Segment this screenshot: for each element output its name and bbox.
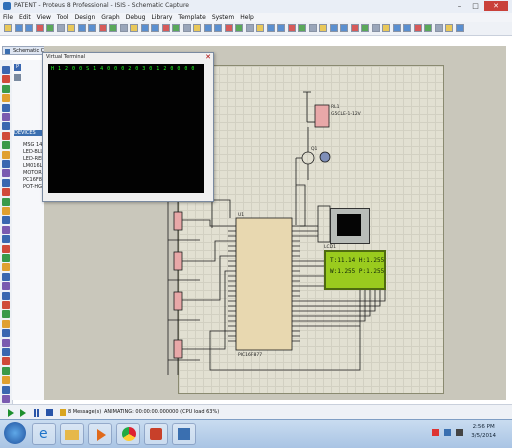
play-icon[interactable] bbox=[8, 409, 14, 417]
clock[interactable]: 2:56 PM 3/5/2014 bbox=[471, 423, 496, 441]
motor bbox=[319, 151, 331, 163]
microcontroller bbox=[235, 217, 293, 351]
flag-icon[interactable] bbox=[432, 429, 439, 436]
potentiometer bbox=[173, 251, 183, 271]
relay-label: RL1 bbox=[331, 104, 340, 110]
tray-app-icon[interactable] bbox=[172, 423, 196, 445]
transistor bbox=[301, 151, 315, 165]
virtual-terminal-window[interactable]: Virtual Terminal ✕ H 1 2 0 0 S 1 4 0 0 0… bbox=[42, 52, 214, 202]
taskbar: e 2:56 PM 3/5/2014 bbox=[0, 419, 512, 448]
graphic-display-screen bbox=[337, 214, 361, 236]
virtual-terminal-title: Virtual Terminal bbox=[46, 54, 86, 60]
network-icon[interactable] bbox=[444, 429, 451, 436]
clock-date: 3/5/2014 bbox=[471, 433, 496, 439]
relay-sublabel: G5CLE-1-12V bbox=[331, 111, 362, 117]
lcd-line-2: W:1.255 P:1.255 bbox=[330, 268, 385, 275]
pause-icon[interactable] bbox=[34, 409, 36, 417]
lcd-display: T:11.14 H:1.255 W:1.255 P:1.255 bbox=[324, 250, 386, 290]
media-player-icon[interactable] bbox=[88, 423, 112, 445]
potentiometer bbox=[173, 291, 183, 311]
simulation-status: ANIMATING: 00:00:00.000000 (CPU load 63%… bbox=[104, 409, 220, 415]
ie-icon[interactable]: e bbox=[32, 423, 56, 445]
potentiometer bbox=[173, 211, 183, 231]
lcd-line-1: T:11.14 H:1.255 bbox=[330, 257, 385, 264]
terminal-screen[interactable]: H 1 2 0 0 S 1 4 0 0 0 2 0 3 0 1 2 0 0 0 … bbox=[48, 64, 204, 193]
message-icon bbox=[60, 409, 66, 416]
relay bbox=[314, 104, 330, 128]
chrome-icon[interactable] bbox=[116, 423, 140, 445]
transistor-label: Q1 bbox=[311, 146, 318, 152]
close-icon[interactable]: ✕ bbox=[205, 53, 211, 61]
proteus-icon[interactable] bbox=[144, 423, 168, 445]
terminal-output: H 1 2 0 0 S 1 4 0 0 0 2 0 3 0 1 2 0 0 0 … bbox=[51, 66, 195, 72]
stop-icon[interactable] bbox=[46, 409, 53, 416]
micro-part-label: PIC16F877 bbox=[238, 352, 262, 358]
messages-count[interactable]: 8 Message(s) bbox=[68, 409, 101, 415]
step-icon[interactable] bbox=[20, 409, 26, 417]
clock-time: 2:56 PM bbox=[472, 424, 495, 430]
micro-label: U1 bbox=[238, 212, 244, 218]
potentiometer bbox=[173, 339, 183, 359]
status-bar: 8 Message(s) ANIMATING: 00:00:00.000000 … bbox=[0, 404, 512, 420]
volume-icon[interactable] bbox=[456, 429, 463, 436]
graphic-display bbox=[330, 208, 370, 244]
folder-icon[interactable] bbox=[60, 423, 84, 445]
start-button[interactable] bbox=[4, 422, 26, 444]
